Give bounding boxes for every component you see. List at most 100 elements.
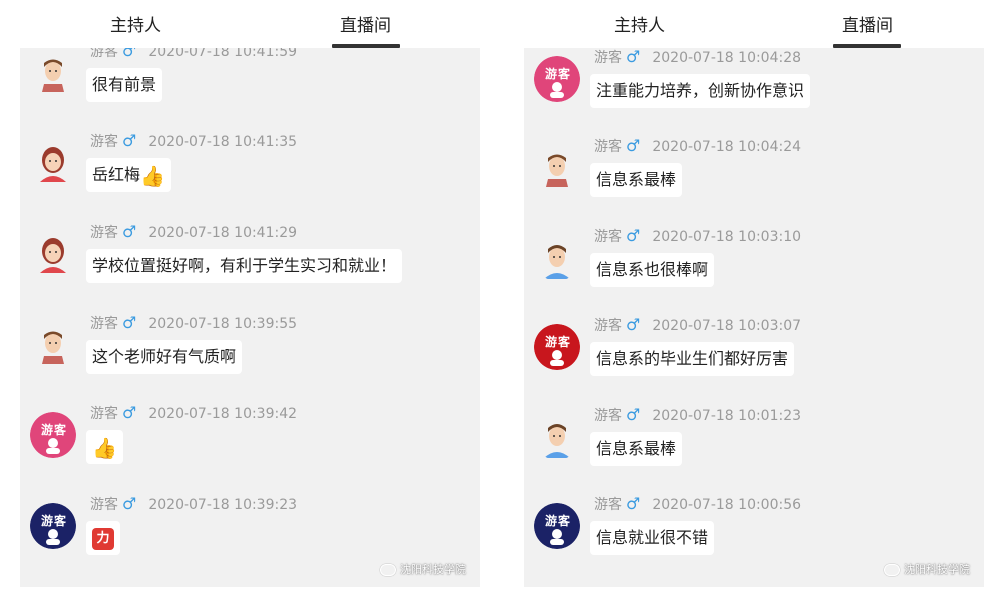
male-icon: ♂ xyxy=(122,313,137,332)
message-text: 信息系的毕业生们都好厉害 xyxy=(596,349,789,368)
chat-feed[interactable]: 游客 ♂ 2020-07-18 10:41:59 很有前景 游客 ♂ 2020-07-18 … xyxy=(20,48,480,587)
svg-text:客: 客 xyxy=(557,513,571,528)
avatar[interactable]: 游客 xyxy=(30,503,76,549)
message-text: 信息就业很不错 xyxy=(596,528,709,547)
tab-host[interactable]: 主持人 xyxy=(614,14,665,38)
male-icon: ♂ xyxy=(626,405,641,424)
timestamp: 2020-07-18 10:04:24 xyxy=(652,139,802,155)
username: 游客 xyxy=(90,134,118,150)
avatar[interactable] xyxy=(30,231,76,277)
message-bubble: 很有前景 xyxy=(86,68,163,102)
message-meta: 游客 ♂ 2020-07-18 10:03:07 xyxy=(594,316,801,335)
tab-bar: 主持人 直播间 xyxy=(20,0,480,48)
chat-message: 游客 ♂ 2020-07-18 10:41:29 学校位置挺好啊，有利于学生实习和就业… xyxy=(20,223,480,321)
message-bubble: 注重能力培养，创新协作意识 xyxy=(590,74,811,108)
message-bubble: 信息系也很棒啊 xyxy=(590,253,715,287)
username: 游客 xyxy=(90,406,118,422)
timestamp: 2020-07-18 10:39:42 xyxy=(148,406,298,422)
username: 游客 xyxy=(594,408,622,424)
watermark-text: 沈阳科技学院 xyxy=(904,563,970,576)
message-meta: 游客 ♂ 2020-07-18 10:39:55 xyxy=(90,314,297,333)
message-meta: 游客 ♂ 2020-07-18 10:39:42 xyxy=(90,404,297,423)
message-meta: 游客 ♂ 2020-07-18 10:39:23 xyxy=(90,495,297,514)
message-bubble: 岳红梅👍 xyxy=(86,158,171,192)
message-text: 岳红梅 xyxy=(92,165,141,184)
message-meta: 游客 ♂ 2020-07-18 10:41:59 xyxy=(90,48,297,61)
timestamp: 2020-07-18 10:39:23 xyxy=(148,497,298,513)
username: 游客 xyxy=(594,318,622,334)
message-bubble: 力 xyxy=(86,521,120,555)
svg-text:游: 游 xyxy=(545,513,557,528)
avatar[interactable] xyxy=(534,145,580,191)
message-bubble: 这个老师好有气质啊 xyxy=(86,340,243,374)
tab-bar: 主持人 直播间 xyxy=(524,0,984,48)
message-bubble: 信息系最棒 xyxy=(590,432,683,466)
avatar[interactable] xyxy=(30,322,76,368)
svg-text:客: 客 xyxy=(53,513,67,528)
chat-feed[interactable]: 游客游客 ♂ 2020-07-18 10:04:28 注重能力培养，创新协作意识 游客 ♂… xyxy=(524,48,984,587)
active-tab-indicator xyxy=(833,44,901,48)
message-bubble: 学校位置挺好啊，有利于学生实习和就业！ xyxy=(86,249,403,283)
wechat-icon xyxy=(380,564,396,576)
active-tab-indicator xyxy=(332,44,400,48)
timestamp: 2020-07-18 10:04:28 xyxy=(652,50,802,66)
message-text: 信息系也很棒啊 xyxy=(596,260,709,279)
male-icon: ♂ xyxy=(626,48,641,66)
message-text: 这个老师好有气质啊 xyxy=(92,347,237,366)
avatar[interactable]: 游客 xyxy=(30,412,76,458)
timestamp: 2020-07-18 10:41:35 xyxy=(148,134,298,150)
message-bubble: 👍 xyxy=(86,430,123,464)
message-meta: 游客 ♂ 2020-07-18 10:00:56 xyxy=(594,495,801,514)
message-bubble: 信息系最棒 xyxy=(590,163,683,197)
svg-text:游: 游 xyxy=(545,66,557,81)
right-chat-panel: 主持人 直播间 游客游客 ♂ 2020-07-18 10:04:28 注重能力培养，创… xyxy=(524,0,984,587)
message-text: 信息系最棒 xyxy=(596,439,677,458)
svg-text:游: 游 xyxy=(545,334,557,349)
thumbs-up-icon: 👍 xyxy=(92,435,117,460)
watermark-text: 沈阳科技学院 xyxy=(400,563,466,576)
avatar[interactable]: 游客 xyxy=(534,324,580,370)
thumbs-up-icon: 👍 xyxy=(140,163,165,188)
avatar[interactable] xyxy=(30,140,76,186)
message-text: 很有前景 xyxy=(92,75,157,94)
timestamp: 2020-07-18 10:00:56 xyxy=(652,497,802,513)
male-icon: ♂ xyxy=(122,48,137,60)
avatar[interactable] xyxy=(534,414,580,460)
message-meta: 游客 ♂ 2020-07-18 10:04:24 xyxy=(594,137,801,156)
tab-host[interactable]: 主持人 xyxy=(110,14,161,38)
avatar[interactable]: 游客 xyxy=(534,503,580,549)
wechat-icon xyxy=(884,564,900,576)
chat-message: 游客游客 ♂ 2020-07-18 10:03:07 信息系的毕业生们都好厉害 xyxy=(524,316,984,414)
male-icon: ♂ xyxy=(626,136,641,155)
avatar[interactable] xyxy=(534,235,580,281)
male-icon: ♂ xyxy=(626,315,641,334)
male-icon: ♂ xyxy=(122,131,137,150)
message-bubble: 信息系的毕业生们都好厉害 xyxy=(590,342,795,376)
timestamp: 2020-07-18 10:41:29 xyxy=(148,225,298,241)
message-bubble: 信息就业很不错 xyxy=(590,521,715,555)
male-icon: ♂ xyxy=(122,494,137,513)
username: 游客 xyxy=(594,497,622,513)
username: 游客 xyxy=(90,48,118,60)
message-meta: 游客 ♂ 2020-07-18 10:03:10 xyxy=(594,227,801,246)
avatar[interactable]: 游客 xyxy=(534,56,580,102)
watermark: 沈阳科技学院 xyxy=(884,561,970,577)
tab-live[interactable]: 直播间 xyxy=(340,14,391,38)
username: 游客 xyxy=(594,139,622,155)
avatar[interactable] xyxy=(30,50,76,96)
chat-message: 游客 ♂ 2020-07-18 10:41:59 很有前景 xyxy=(20,48,480,140)
chat-message: 游客 ♂ 2020-07-18 10:39:55 这个老师好有气质啊 xyxy=(20,314,480,412)
message-text: 信息系最棒 xyxy=(596,170,677,189)
message-text: 学校位置挺好啊，有利于学生实习和就业！ xyxy=(92,256,397,275)
svg-text:客: 客 xyxy=(53,422,67,437)
message-meta: 游客 ♂ 2020-07-18 10:04:28 xyxy=(594,48,801,67)
male-icon: ♂ xyxy=(626,226,641,245)
tab-live[interactable]: 直播间 xyxy=(842,14,893,38)
svg-text:游: 游 xyxy=(41,513,53,528)
chat-message: 游客 ♂ 2020-07-18 10:03:10 信息系也很棒啊 xyxy=(524,227,984,325)
timestamp: 2020-07-18 10:01:23 xyxy=(652,408,802,424)
username: 游客 xyxy=(90,497,118,513)
message-meta: 游客 ♂ 2020-07-18 10:01:23 xyxy=(594,406,801,425)
chat-message: 游客 ♂ 2020-07-18 10:41:35 岳红梅👍 xyxy=(20,132,480,230)
left-chat-panel: 主持人 直播间 游客 ♂ 2020-07-18 10:41:59 很有前景 游客 ♂ 202… xyxy=(20,0,480,587)
